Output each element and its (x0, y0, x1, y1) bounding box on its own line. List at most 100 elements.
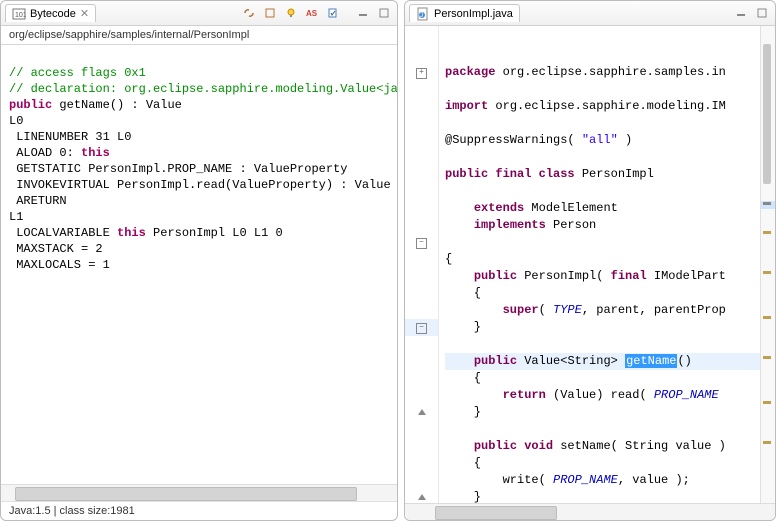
code-line: L0 (9, 114, 23, 128)
minimize-icon[interactable] (354, 4, 372, 22)
code-kw: public (474, 269, 517, 283)
code-line: { (445, 371, 481, 385)
code-line: IModelPart (647, 269, 726, 283)
code-kw: public (474, 354, 517, 368)
bytecode-icon: 101 (12, 7, 26, 21)
code-line: GETSTATIC PersonImpl.PROP_NAME : ValuePr… (9, 162, 347, 176)
code-line: ( (539, 303, 553, 317)
overview-mark (763, 271, 771, 274)
change-indicator-icon (418, 409, 426, 415)
code-kw: return (503, 388, 546, 402)
overview-mark (763, 316, 771, 319)
code-line: } (445, 320, 481, 334)
minimize-icon[interactable] (732, 4, 750, 22)
code-kw: this (81, 146, 110, 160)
code-line: ALOAD 0: (9, 146, 81, 160)
java-editor-panel: J PersonImpl.java + − − (404, 0, 776, 521)
code-kw: this (117, 226, 146, 240)
code-line: ARETURN (9, 194, 67, 208)
code-line: , parent, parentProp (582, 303, 726, 317)
expand-imports-icon[interactable]: + (416, 68, 427, 79)
fold-icon[interactable]: − (416, 238, 427, 249)
change-indicator-icon (418, 494, 426, 500)
code-field: PROP_NAME (553, 473, 618, 487)
overview-mark (763, 356, 771, 359)
link-with-editor-icon[interactable] (240, 4, 258, 22)
highlighted-line: public Value<String> getName() (445, 353, 760, 370)
class-path-bar: org/eclipse/sapphire/samples/internal/Pe… (1, 26, 397, 45)
svg-text:AS: AS (306, 9, 318, 18)
svg-text:J: J (420, 13, 423, 19)
java-h-scrollbar[interactable] (405, 503, 775, 520)
bytecode-tab-label: Bytecode (30, 8, 76, 20)
code-line: // access flags 0x1 (9, 66, 146, 80)
code-line: org.eclipse.sapphire.samples.in (495, 65, 725, 79)
code-line (445, 303, 503, 317)
java-gutter[interactable]: + − − (405, 26, 439, 503)
code-string: "all" (582, 133, 618, 147)
lightbulb-icon[interactable] (282, 4, 300, 22)
bytecode-toolbar: AS (240, 4, 393, 22)
verify-icon[interactable] (324, 4, 342, 22)
show-raw-icon[interactable] (261, 4, 279, 22)
code-kw: final (611, 269, 647, 283)
code-line: write( (445, 473, 553, 487)
svg-text:101: 101 (15, 12, 26, 19)
code-line: () (677, 354, 691, 368)
code-kw: super (503, 303, 539, 317)
code-line: getName() : Value (52, 98, 182, 112)
code-kw: public (9, 98, 52, 112)
code-line: ) (618, 133, 632, 147)
maximize-icon[interactable] (375, 4, 393, 22)
code-line: // declaration: org.eclipse.sapphire.mod… (9, 82, 397, 96)
bytecode-h-scrollbar[interactable] (1, 484, 397, 501)
code-line: ModelElement (524, 201, 618, 215)
code-line: { (445, 286, 481, 300)
code-kw: package (445, 65, 495, 79)
java-tab-bar: J PersonImpl.java (405, 1, 775, 26)
code-kw: import (445, 99, 488, 113)
code-kw: public void (474, 439, 553, 453)
code-line: Value<String> (517, 354, 625, 368)
code-line: , value ); (618, 473, 690, 487)
code-kw: public final class (445, 167, 575, 181)
java-toolbar (732, 4, 771, 22)
code-line: Person (546, 218, 596, 232)
code-line: PersonImpl (575, 167, 654, 181)
java-file-tab[interactable]: J PersonImpl.java (409, 4, 520, 22)
code-line: { (445, 456, 481, 470)
code-line: } (445, 405, 481, 419)
overview-thumb[interactable] (763, 44, 771, 184)
maximize-icon[interactable] (753, 4, 771, 22)
code-line: L1 (9, 210, 23, 224)
bytecode-status-bar: Java:1.5 | class size:1981 (1, 501, 397, 520)
bytecode-code-area[interactable]: // access flags 0x1 // declaration: org.… (1, 45, 397, 484)
code-field: PROP_NAME (654, 388, 719, 402)
overview-ruler[interactable] (760, 26, 775, 503)
code-line: org.eclipse.sapphire.modeling.IM (488, 99, 726, 113)
code-kw: extends (474, 201, 524, 215)
code-line: (Value) read( (546, 388, 654, 402)
code-field: TYPE (553, 303, 582, 317)
overview-mark (763, 231, 771, 234)
code-line: LINENUMBER 31 L0 (9, 130, 131, 144)
code-line (445, 388, 503, 402)
code-line: @SuppressWarnings( (445, 133, 582, 147)
bytecode-view-panel: 101 Bytecode ✕ AS org/eclipse/sapphire/s… (0, 0, 398, 521)
asm-icon[interactable]: AS (303, 4, 321, 22)
code-line: PersonImpl( (517, 269, 611, 283)
code-line: LOCALVARIABLE (9, 226, 117, 240)
java-code-area[interactable]: package org.eclipse.sapphire.samples.in … (439, 26, 760, 503)
code-line: } (445, 490, 481, 503)
bytecode-tab-bar: 101 Bytecode ✕ AS (1, 1, 397, 26)
overview-mark (763, 441, 771, 444)
java-tab-label: PersonImpl.java (434, 8, 513, 20)
code-line: setName( String value ) (553, 439, 726, 453)
code-line: INVOKEVIRTUAL PersonImpl.read(ValuePrope… (9, 178, 391, 192)
code-line: MAXLOCALS = 1 (9, 258, 110, 272)
code-line: PersonImpl L0 L1 0 (146, 226, 283, 240)
code-kw: implements (474, 218, 546, 232)
fold-icon[interactable]: − (416, 323, 427, 334)
bytecode-tab[interactable]: 101 Bytecode ✕ (5, 4, 96, 22)
close-icon[interactable]: ✕ (80, 7, 89, 20)
